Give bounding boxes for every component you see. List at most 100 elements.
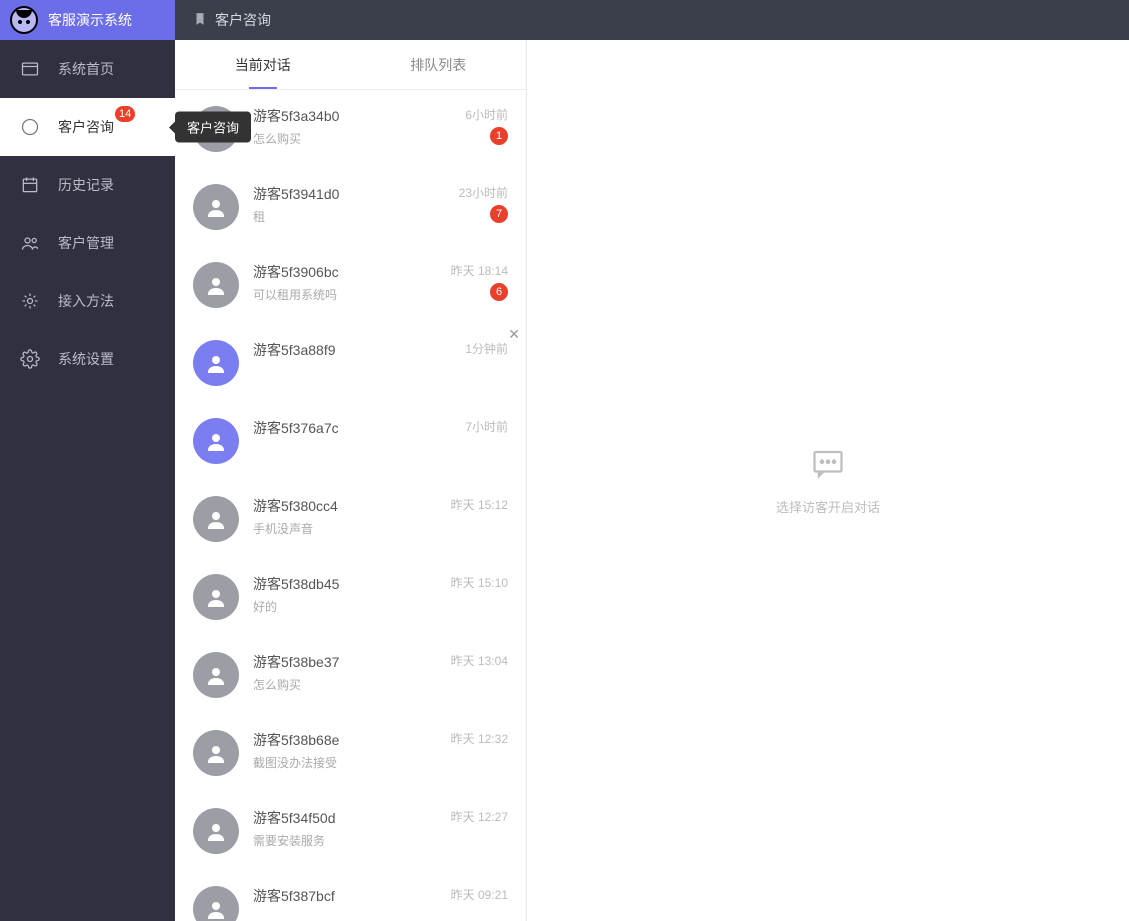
chat-icon	[20, 117, 40, 137]
conversation-name: 游客5f3906bc	[253, 262, 437, 282]
content: 当前对话 排队列表 游客5f3a34b0 怎么购买 6小时前 1 游客5f3941d0 租…	[175, 40, 1129, 921]
conversation-time: 23小时前	[459, 184, 508, 201]
conversation-time: 昨天 12:27	[451, 808, 508, 825]
tab-current[interactable]: 当前对话	[175, 40, 351, 89]
conversation-time: 昨天 15:12	[451, 496, 508, 513]
conversation-meta: 1分钟前	[465, 340, 508, 386]
conversation-item[interactable]: 游客5f380cc4 手机没声音昨天 15:12	[175, 480, 526, 558]
avatar	[193, 730, 239, 776]
home-icon	[20, 59, 40, 79]
conversation-time: 7小时前	[465, 418, 508, 435]
nav-label: 系统设置	[58, 349, 114, 369]
conversation-item[interactable]: 游客5f387bcf 昨天 09:21	[175, 870, 526, 921]
conversation-body: 游客5f38b68e 截图没办法接受	[253, 730, 437, 776]
conversation-list[interactable]: 游客5f3a34b0怎么购买6小时前1游客5f3941d0租23小时前7游客5f…	[175, 90, 526, 921]
conversation-preview: 可以租用系统吗	[253, 286, 437, 303]
conversation-name: 游客5f38db45	[253, 574, 437, 594]
nav-history[interactable]: 历史记录	[0, 156, 175, 214]
conversation-body: 游客5f376a7c	[253, 418, 451, 464]
gear-icon	[20, 349, 40, 369]
conversation-item[interactable]: 游客5f34f50d需要安装服务昨天 12:27	[175, 792, 526, 870]
conversation-preview: 好的	[253, 598, 437, 615]
main: 客户咨询 当前对话 排队列表 游客5f3a34b0 怎么购买 6小时前 1 游客5f39…	[175, 0, 1129, 921]
conversation-meta: 昨天 15:10	[451, 574, 508, 620]
conversation-item[interactable]: 游客5f3a88f9 1分钟前✕	[175, 324, 526, 402]
page-title: 客户咨询	[215, 10, 271, 30]
tooltip: 客户咨询	[175, 112, 251, 143]
conversation-body: 游客5f387bcf	[253, 886, 437, 921]
avatar	[193, 496, 239, 542]
conversation-name: 游客5f38b68e	[253, 730, 437, 750]
nav-customers[interactable]: 客户管理	[0, 214, 175, 272]
conversation-item[interactable]: 游客5f3941d0 租 23小时前 7	[175, 168, 526, 246]
nav-label: 客户管理	[58, 233, 114, 253]
conversation-name: 游客5f3a88f9	[253, 340, 451, 360]
history-icon	[20, 175, 40, 195]
conversation-item[interactable]: 游客5f376a7c 7小时前	[175, 402, 526, 480]
conversation-meta: 昨天 12:32	[451, 730, 508, 776]
detail-panel: 选择访客开启对话	[527, 40, 1129, 921]
nav-consult[interactable]: 客户咨询 14 客户咨询	[0, 98, 175, 156]
avatar	[193, 418, 239, 464]
nav-home[interactable]: 系统首页	[0, 40, 175, 98]
unread-badge: 1	[490, 127, 508, 145]
conversation-name: 游客5f3941d0	[253, 184, 445, 204]
conversation-preview: 手机没声音	[253, 520, 437, 537]
conversation-body: 游客5f3a88f9	[253, 340, 451, 386]
nav-integration[interactable]: 接入方法	[0, 272, 175, 330]
avatar	[193, 340, 239, 386]
conversation-body: 游客5f38db45 好的	[253, 574, 437, 620]
sidebar: 客服演示系统 系统首页 客户咨询 14 客户咨询 历史记录 客户管理 接入方法	[0, 0, 175, 921]
avatar	[193, 652, 239, 698]
tabs: 当前对话 排队列表	[175, 40, 526, 90]
conversation-body: 游客5f38be37 怎么购买	[253, 652, 437, 698]
conversation-time: 昨天 13:04	[451, 652, 508, 669]
conversation-item[interactable]: 游客5f3906bc 可以租用系统吗昨天 18:146	[175, 246, 526, 324]
conversation-name: 游客5f3a34b0	[253, 106, 451, 126]
conversation-time: 昨天 15:10	[451, 574, 508, 591]
conversation-body: 游客5f380cc4 手机没声音	[253, 496, 437, 542]
nav-label: 接入方法	[58, 291, 114, 311]
conversation-item[interactable]: 游客5f38be37 怎么购买昨天 13:04	[175, 636, 526, 714]
conversation-time: 昨天 18:14	[451, 262, 508, 279]
tab-queue[interactable]: 排队列表	[351, 40, 527, 89]
nav-label: 历史记录	[58, 175, 114, 195]
conversation-name: 游客5f387bcf	[253, 886, 437, 906]
nav-label: 系统首页	[58, 59, 114, 79]
conversation-meta: 昨天 18:146	[451, 262, 508, 308]
nav-settings[interactable]: 系统设置	[0, 330, 175, 388]
conversation-meta: 6小时前 1	[465, 106, 508, 152]
empty-state-text: 选择访客开启对话	[776, 497, 880, 516]
app-title: 客服演示系统	[48, 10, 132, 30]
conversation-name: 游客5f380cc4	[253, 496, 437, 516]
logo-icon	[10, 6, 38, 34]
avatar	[193, 574, 239, 620]
conversation-time: 昨天 12:32	[451, 730, 508, 747]
chat-empty-icon	[808, 446, 848, 487]
conversation-panel: 当前对话 排队列表 游客5f3a34b0 怎么购买 6小时前 1 游客5f3941d0 租…	[175, 40, 527, 921]
conversation-meta: 昨天 09:21	[451, 886, 508, 921]
conversation-meta: 昨天 13:04	[451, 652, 508, 698]
conversation-time: 昨天 09:21	[451, 886, 508, 903]
close-icon[interactable]: ✕	[508, 326, 520, 343]
conversation-name: 游客5f38be37	[253, 652, 437, 672]
conversation-preview: 怎么购买	[253, 130, 451, 147]
conversation-name: 游客5f376a7c	[253, 418, 451, 438]
conversation-item[interactable]: 游客5f38db45 好的昨天 15:10	[175, 558, 526, 636]
conversation-preview: 怎么购买	[253, 676, 437, 693]
conversation-meta: 23小时前 7	[459, 184, 508, 230]
avatar	[193, 808, 239, 854]
users-icon	[20, 233, 40, 253]
avatar	[193, 184, 239, 230]
unread-badge: 7	[490, 205, 508, 223]
nav-label: 客户咨询	[58, 117, 114, 137]
bookmark-icon	[193, 12, 207, 29]
conversation-preview: 截图没办法接受	[253, 754, 437, 771]
conversation-item[interactable]: 游客5f38b68e 截图没办法接受昨天 12:32	[175, 714, 526, 792]
avatar	[193, 262, 239, 308]
conversation-preview: 租	[253, 208, 445, 225]
conversation-time: 6小时前	[465, 106, 508, 123]
topbar: 客户咨询	[175, 0, 1129, 40]
conversation-body: 游客5f34f50d需要安装服务	[253, 808, 437, 854]
conversation-body: 游客5f3941d0 租	[253, 184, 445, 230]
